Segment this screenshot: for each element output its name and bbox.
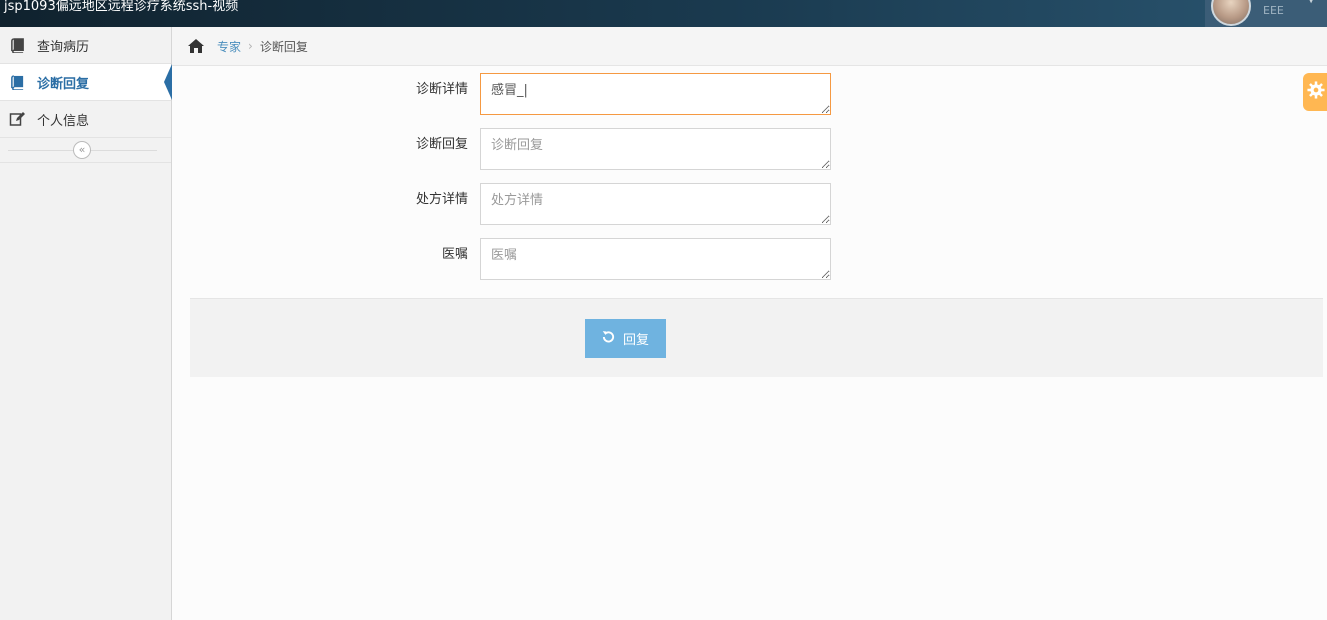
breadcrumb-separator: › xyxy=(248,39,253,53)
sidebar-item-records[interactable]: 查询病历 xyxy=(0,27,171,64)
title-bar: jsp1093偏远地区远程诊疗系统ssh-视频 EEE ▼ xyxy=(0,0,1327,28)
undo-icon xyxy=(602,330,615,347)
diagnosis-reply-field[interactable] xyxy=(480,128,831,170)
breadcrumb: 专家 › 诊断回复 xyxy=(172,27,1327,66)
user-avatar xyxy=(1211,0,1251,26)
breadcrumb-link-expert[interactable]: 专家 xyxy=(217,38,241,55)
edit-icon xyxy=(9,111,25,127)
window-title: jsp1093偏远地区远程诊疗系统ssh-视频 xyxy=(4,0,239,14)
form-row-doctor-advice: 医嘱 xyxy=(172,238,1327,280)
form-actions: 回复 xyxy=(190,298,1323,377)
sidebar-item-profile[interactable]: 个人信息 xyxy=(0,101,171,138)
form-row-prescription-details: 处方详情 xyxy=(172,183,1327,225)
sidebar-item-label: 诊断回复 xyxy=(37,76,90,92)
caret-down-icon: ▼ xyxy=(1307,0,1315,5)
sidebar-item-label: 个人信息 xyxy=(37,113,90,129)
field-label: 诊断回复 xyxy=(415,137,468,152)
home-icon[interactable] xyxy=(188,39,204,53)
breadcrumb-current: 诊断回复 xyxy=(259,39,308,54)
doctor-advice-field[interactable] xyxy=(480,238,831,280)
form-row-diagnosis-details: 诊断详情 感冒_| xyxy=(172,73,1327,115)
field-label: 诊断详情 xyxy=(415,82,468,97)
diagnosis-details-field[interactable]: 感冒_| xyxy=(480,73,831,115)
form-row-diagnosis-reply: 诊断回复 xyxy=(172,128,1327,170)
user-name: EEE xyxy=(1263,4,1284,17)
reply-button-label: 回复 xyxy=(622,333,649,348)
field-label: 处方详情 xyxy=(415,192,468,207)
user-menu[interactable]: EEE ▼ xyxy=(1205,0,1327,27)
double-chevron-left-icon[interactable]: « xyxy=(73,141,91,159)
prescription-details-field[interactable] xyxy=(480,183,831,225)
gear-icon xyxy=(1307,81,1325,103)
sidebar-item-label: 查询病历 xyxy=(37,39,90,55)
sidebar-item-diagnosis-reply[interactable]: 诊断回复 xyxy=(0,64,172,101)
reply-button[interactable]: 回复 xyxy=(585,319,666,358)
sidebar-collapse: « xyxy=(0,138,171,163)
field-label: 医嘱 xyxy=(441,247,468,262)
book-icon xyxy=(9,37,25,53)
sidebar: 查询病历 诊断回复 个人信息 « xyxy=(0,27,172,620)
book-icon xyxy=(9,74,25,90)
settings-tab[interactable] xyxy=(1303,73,1327,111)
